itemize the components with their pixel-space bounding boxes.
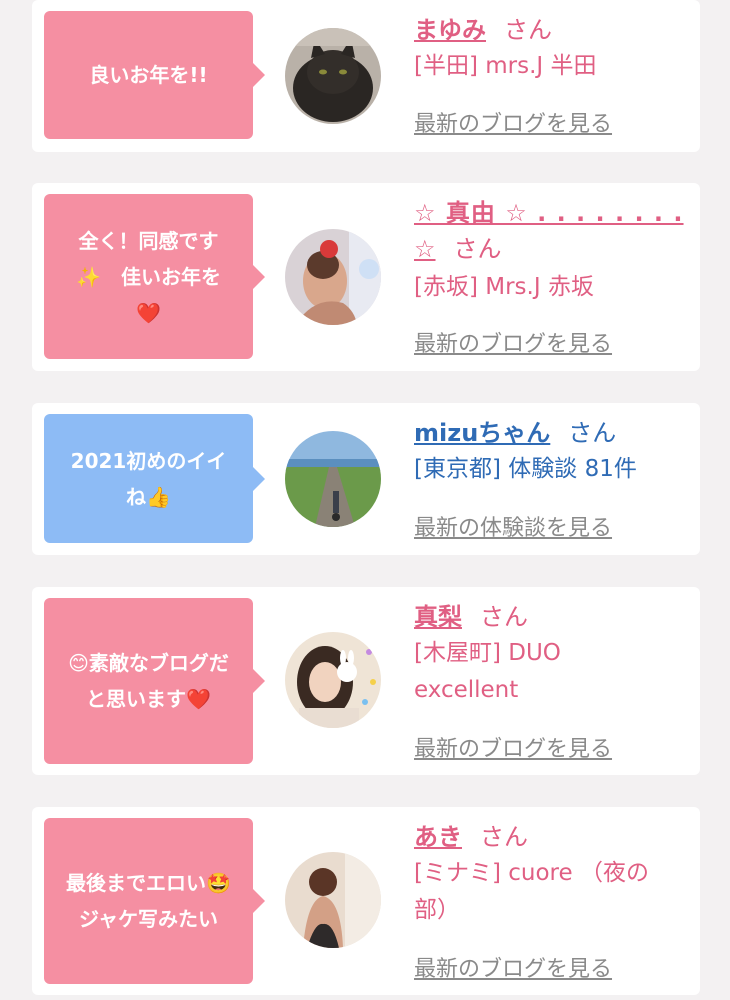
message-text: 2021初めのイイ ね👍: [70, 448, 227, 509]
message-text: 最後までエロい🤩 ジャケ写みたい: [66, 871, 231, 931]
honorific: さん: [453, 235, 502, 263]
user-avatar[interactable]: [285, 28, 381, 124]
user-avatar[interactable]: [285, 632, 381, 728]
message-text: 良いお年を!!: [89, 63, 208, 87]
user-info: あき さん [ミナミ] cuore （夜の 部）: [414, 819, 688, 929]
user-name-link[interactable]: ☆ 真由 ☆ . . . . . . . .: [414, 199, 684, 227]
message-card: 全く！同感です ✨ 佳いお年を ❤️ ☆ 真由 ☆ . . . . . . . …: [32, 183, 700, 371]
road-landscape-avatar: [285, 431, 381, 527]
woman-red-flower-avatar: [285, 229, 381, 325]
message-bubble: 最後までエロい🤩 ジャケ写みたい: [44, 818, 265, 984]
message-bubble: 良いお年を!!: [44, 11, 265, 139]
experience-count: [東京都] 体験談 81件: [414, 456, 637, 482]
user-name-link[interactable]: まゆみ: [414, 16, 486, 44]
shop-name-cont: 部）: [414, 897, 460, 923]
message-card: 😊素敵なブログだ と思います❤️ 真梨 さん [木屋町] DUO excellen…: [32, 587, 700, 775]
message-card: 2021初めのイイ ね👍 mizuちゃん さん [東京都] 体験談 81件 最新の…: [32, 403, 700, 555]
message-text: 😊素敵なブログだ と思います❤️: [68, 651, 229, 711]
latest-blog-link[interactable]: 最新のブログを見る: [414, 106, 612, 138]
shop-name: [半田] mrs.J 半田: [414, 53, 597, 79]
user-name-link[interactable]: 真梨: [414, 603, 462, 631]
latest-blog-link[interactable]: 最新のブログを見る: [414, 731, 612, 763]
user-name-link[interactable]: あき: [414, 823, 462, 851]
shop-name: [木屋町] DUO: [414, 640, 561, 666]
user-info: mizuちゃん さん [東京都] 体験談 81件: [414, 415, 688, 488]
user-name-link-cont[interactable]: ☆: [414, 235, 436, 263]
user-info: 真梨 さん [木屋町] DUO excellent: [414, 599, 688, 709]
user-avatar[interactable]: [285, 852, 381, 948]
latest-experience-link[interactable]: 最新の体験談を見る: [414, 510, 612, 542]
message-bubble: 全く！同感です ✨ 佳いお年を ❤️: [44, 194, 265, 359]
latest-blog-link[interactable]: 最新のブログを見る: [414, 951, 612, 983]
message-bubble: 2021初めのイイ ね👍: [44, 414, 265, 543]
user-info: まゆみ さん [半田] mrs.J 半田: [414, 12, 688, 85]
honorific: さん: [480, 823, 528, 851]
shop-name-cont: excellent: [414, 677, 519, 703]
woman-back-avatar: [285, 852, 381, 948]
user-avatar[interactable]: [285, 229, 381, 325]
latest-blog-link[interactable]: 最新のブログを見る: [414, 326, 612, 358]
user-name-link[interactable]: mizuちゃん: [414, 419, 550, 447]
message-text: 全く！同感です ✨ 佳いお年を ❤️: [76, 228, 221, 325]
honorific: さん: [504, 16, 552, 44]
shop-name: [ミナミ] cuore （夜の: [414, 860, 649, 886]
user-info: ☆ 真由 ☆ . . . . . . . . ☆ さん [赤坂] Mrs.J 赤坂: [414, 195, 688, 306]
message-bubble: 😊素敵なブログだ と思います❤️: [44, 598, 265, 764]
user-avatar[interactable]: [285, 431, 381, 527]
black-cat-avatar: [285, 28, 381, 124]
honorific: さん: [480, 603, 528, 631]
message-card: 最後までエロい🤩 ジャケ写みたい あき さん [ミナミ] cuore （夜の 部）…: [32, 807, 700, 995]
message-card: 良いお年を!! まゆみ さん [半田] mrs.J 半田 最新のブログを見る: [32, 0, 700, 152]
honorific: さん: [568, 419, 617, 447]
woman-bunny-sticker-avatar: [285, 632, 381, 728]
shop-name: [赤坂] Mrs.J 赤坂: [414, 274, 594, 300]
